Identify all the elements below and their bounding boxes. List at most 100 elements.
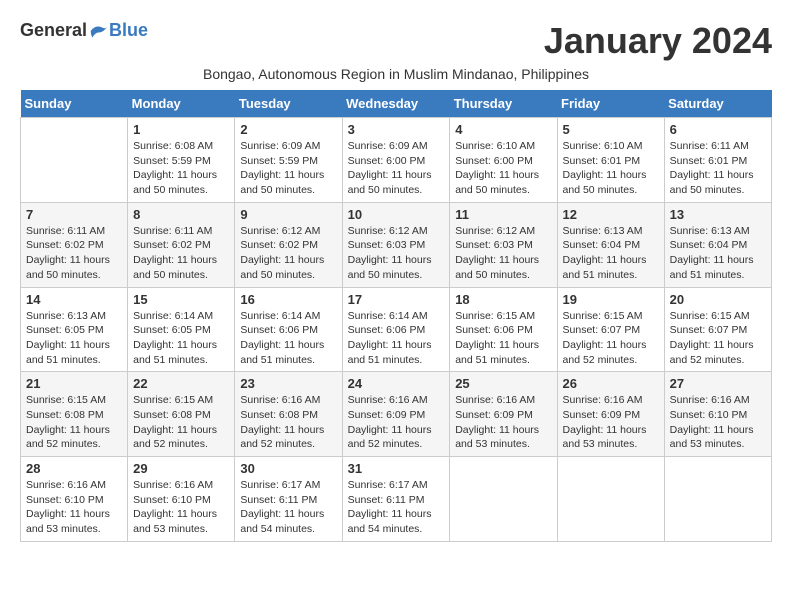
calendar-cell: 28 Sunrise: 6:16 AM Sunset: 6:10 PM Dayli… [21, 457, 128, 542]
day-number: 30 [240, 461, 336, 476]
day-info: Sunrise: 6:15 AM Sunset: 6:08 PM Dayligh… [26, 393, 122, 452]
calendar-cell: 25 Sunrise: 6:16 AM Sunset: 6:09 PM Dayli… [450, 372, 557, 457]
day-number: 7 [26, 207, 122, 222]
day-info: Sunrise: 6:12 AM Sunset: 6:03 PM Dayligh… [455, 224, 551, 283]
day-info: Sunrise: 6:16 AM Sunset: 6:10 PM Dayligh… [670, 393, 766, 452]
calendar-week-1: 1 Sunrise: 6:08 AM Sunset: 5:59 PM Daylig… [21, 118, 772, 203]
calendar-cell: 17 Sunrise: 6:14 AM Sunset: 6:06 PM Dayli… [342, 287, 450, 372]
logo-general-text: General [20, 20, 87, 41]
header-saturday: Saturday [664, 90, 771, 118]
day-number: 1 [133, 122, 229, 137]
day-info: Sunrise: 6:16 AM Sunset: 6:09 PM Dayligh… [348, 393, 445, 452]
calendar-cell: 11 Sunrise: 6:12 AM Sunset: 6:03 PM Dayli… [450, 202, 557, 287]
calendar-cell: 16 Sunrise: 6:14 AM Sunset: 6:06 PM Dayli… [235, 287, 342, 372]
day-info: Sunrise: 6:09 AM Sunset: 6:00 PM Dayligh… [348, 139, 445, 198]
calendar-cell [450, 457, 557, 542]
calendar-cell: 21Sunrise: 6:15 AM Sunset: 6:08 PM Dayli… [21, 372, 128, 457]
calendar-cell: 14 Sunrise: 6:13 AM Sunset: 6:05 PM Dayli… [21, 287, 128, 372]
calendar-cell: 8Sunrise: 6:11 AM Sunset: 6:02 PM Daylig… [128, 202, 235, 287]
calendar-cell: 19 Sunrise: 6:15 AM Sunset: 6:07 PM Dayli… [557, 287, 664, 372]
day-info: Sunrise: 6:15 AM Sunset: 6:08 PM Dayligh… [133, 393, 229, 452]
day-number: 18 [455, 292, 551, 307]
day-info: Sunrise: 6:16 AM Sunset: 6:10 PM Dayligh… [133, 478, 229, 537]
day-number: 31 [348, 461, 445, 476]
month-title: January 2024 [544, 20, 772, 62]
day-info: Sunrise: 6:14 AM Sunset: 6:06 PM Dayligh… [240, 309, 336, 368]
header-tuesday: Tuesday [235, 90, 342, 118]
calendar-cell: 3 Sunrise: 6:09 AM Sunset: 6:00 PM Daylig… [342, 118, 450, 203]
calendar-cell: 15 Sunrise: 6:14 AM Sunset: 6:05 PM Dayli… [128, 287, 235, 372]
day-info: Sunrise: 6:13 AM Sunset: 6:04 PM Dayligh… [563, 224, 659, 283]
day-number: 2 [240, 122, 336, 137]
day-number: 25 [455, 376, 551, 391]
day-info: Sunrise: 6:14 AM Sunset: 6:06 PM Dayligh… [348, 309, 445, 368]
calendar-week-5: 28 Sunrise: 6:16 AM Sunset: 6:10 PM Dayli… [21, 457, 772, 542]
day-number: 26 [563, 376, 659, 391]
day-number: 11 [455, 207, 551, 222]
day-number: 4 [455, 122, 551, 137]
day-number: 16 [240, 292, 336, 307]
calendar-cell: 30 Sunrise: 6:17 AM Sunset: 6:11 PM Dayli… [235, 457, 342, 542]
header-wednesday: Wednesday [342, 90, 450, 118]
day-info: Sunrise: 6:10 AM Sunset: 6:00 PM Dayligh… [455, 139, 551, 198]
day-info: Sunrise: 6:08 AM Sunset: 5:59 PM Dayligh… [133, 139, 229, 198]
calendar-cell: 9 Sunrise: 6:12 AM Sunset: 6:02 PM Daylig… [235, 202, 342, 287]
day-number: 27 [670, 376, 766, 391]
logo: General Blue [20, 20, 148, 41]
day-number: 17 [348, 292, 445, 307]
day-info: Sunrise: 6:15 AM Sunset: 6:06 PM Dayligh… [455, 309, 551, 368]
day-info: Sunrise: 6:14 AM Sunset: 6:05 PM Dayligh… [133, 309, 229, 368]
calendar-cell [664, 457, 771, 542]
day-info: Sunrise: 6:16 AM Sunset: 6:10 PM Dayligh… [26, 478, 122, 537]
logo-bird-icon [89, 21, 109, 41]
calendar-cell: 18 Sunrise: 6:15 AM Sunset: 6:06 PM Dayli… [450, 287, 557, 372]
day-number: 9 [240, 207, 336, 222]
logo-blue-text: Blue [109, 20, 148, 41]
calendar-cell: 23 Sunrise: 6:16 AM Sunset: 6:08 PM Dayli… [235, 372, 342, 457]
calendar-cell: 20 Sunrise: 6:15 AM Sunset: 6:07 PM Dayli… [664, 287, 771, 372]
header-thursday: Thursday [450, 90, 557, 118]
calendar-cell: 7 Sunrise: 6:11 AM Sunset: 6:02 PM Daylig… [21, 202, 128, 287]
day-number: 14 [26, 292, 122, 307]
day-info: Sunrise: 6:16 AM Sunset: 6:09 PM Dayligh… [455, 393, 551, 452]
day-info: Sunrise: 6:13 AM Sunset: 6:05 PM Dayligh… [26, 309, 122, 368]
day-info: Sunrise: 6:17 AM Sunset: 6:11 PM Dayligh… [240, 478, 336, 537]
day-info: Sunrise: 6:17 AM Sunset: 6:11 PM Dayligh… [348, 478, 445, 537]
calendar-table: SundayMondayTuesdayWednesdayThursdayFrid… [20, 90, 772, 542]
day-info: Sunrise: 6:11 AM Sunset: 6:02 PM Dayligh… [26, 224, 122, 283]
day-number: 6 [670, 122, 766, 137]
location-subtitle: Bongao, Autonomous Region in Muslim Mind… [20, 66, 772, 82]
day-number: 5 [563, 122, 659, 137]
calendar-cell: 12Sunrise: 6:13 AM Sunset: 6:04 PM Dayli… [557, 202, 664, 287]
calendar-cell: 31 Sunrise: 6:17 AM Sunset: 6:11 PM Dayli… [342, 457, 450, 542]
day-info: Sunrise: 6:16 AM Sunset: 6:08 PM Dayligh… [240, 393, 336, 452]
day-info: Sunrise: 6:13 AM Sunset: 6:04 PM Dayligh… [670, 224, 766, 283]
day-info: Sunrise: 6:11 AM Sunset: 6:01 PM Dayligh… [670, 139, 766, 198]
calendar-week-2: 7 Sunrise: 6:11 AM Sunset: 6:02 PM Daylig… [21, 202, 772, 287]
calendar-cell: 29Sunrise: 6:16 AM Sunset: 6:10 PM Dayli… [128, 457, 235, 542]
day-info: Sunrise: 6:12 AM Sunset: 6:02 PM Dayligh… [240, 224, 336, 283]
day-info: Sunrise: 6:15 AM Sunset: 6:07 PM Dayligh… [563, 309, 659, 368]
header-sunday: Sunday [21, 90, 128, 118]
day-number: 20 [670, 292, 766, 307]
calendar-cell: 26Sunrise: 6:16 AM Sunset: 6:09 PM Dayli… [557, 372, 664, 457]
day-info: Sunrise: 6:15 AM Sunset: 6:07 PM Dayligh… [670, 309, 766, 368]
header-monday: Monday [128, 90, 235, 118]
day-number: 3 [348, 122, 445, 137]
day-info: Sunrise: 6:12 AM Sunset: 6:03 PM Dayligh… [348, 224, 445, 283]
day-number: 24 [348, 376, 445, 391]
calendar-week-3: 14 Sunrise: 6:13 AM Sunset: 6:05 PM Dayli… [21, 287, 772, 372]
day-number: 15 [133, 292, 229, 307]
calendar-cell: 6 Sunrise: 6:11 AM Sunset: 6:01 PM Daylig… [664, 118, 771, 203]
day-info: Sunrise: 6:09 AM Sunset: 5:59 PM Dayligh… [240, 139, 336, 198]
calendar-cell [21, 118, 128, 203]
day-number: 28 [26, 461, 122, 476]
day-info: Sunrise: 6:11 AM Sunset: 6:02 PM Dayligh… [133, 224, 229, 283]
day-number: 13 [670, 207, 766, 222]
header-row: SundayMondayTuesdayWednesdayThursdayFrid… [21, 90, 772, 118]
calendar-cell: 1 Sunrise: 6:08 AM Sunset: 5:59 PM Daylig… [128, 118, 235, 203]
day-number: 23 [240, 376, 336, 391]
calendar-week-4: 21Sunrise: 6:15 AM Sunset: 6:08 PM Dayli… [21, 372, 772, 457]
calendar-cell: 22Sunrise: 6:15 AM Sunset: 6:08 PM Dayli… [128, 372, 235, 457]
day-number: 19 [563, 292, 659, 307]
